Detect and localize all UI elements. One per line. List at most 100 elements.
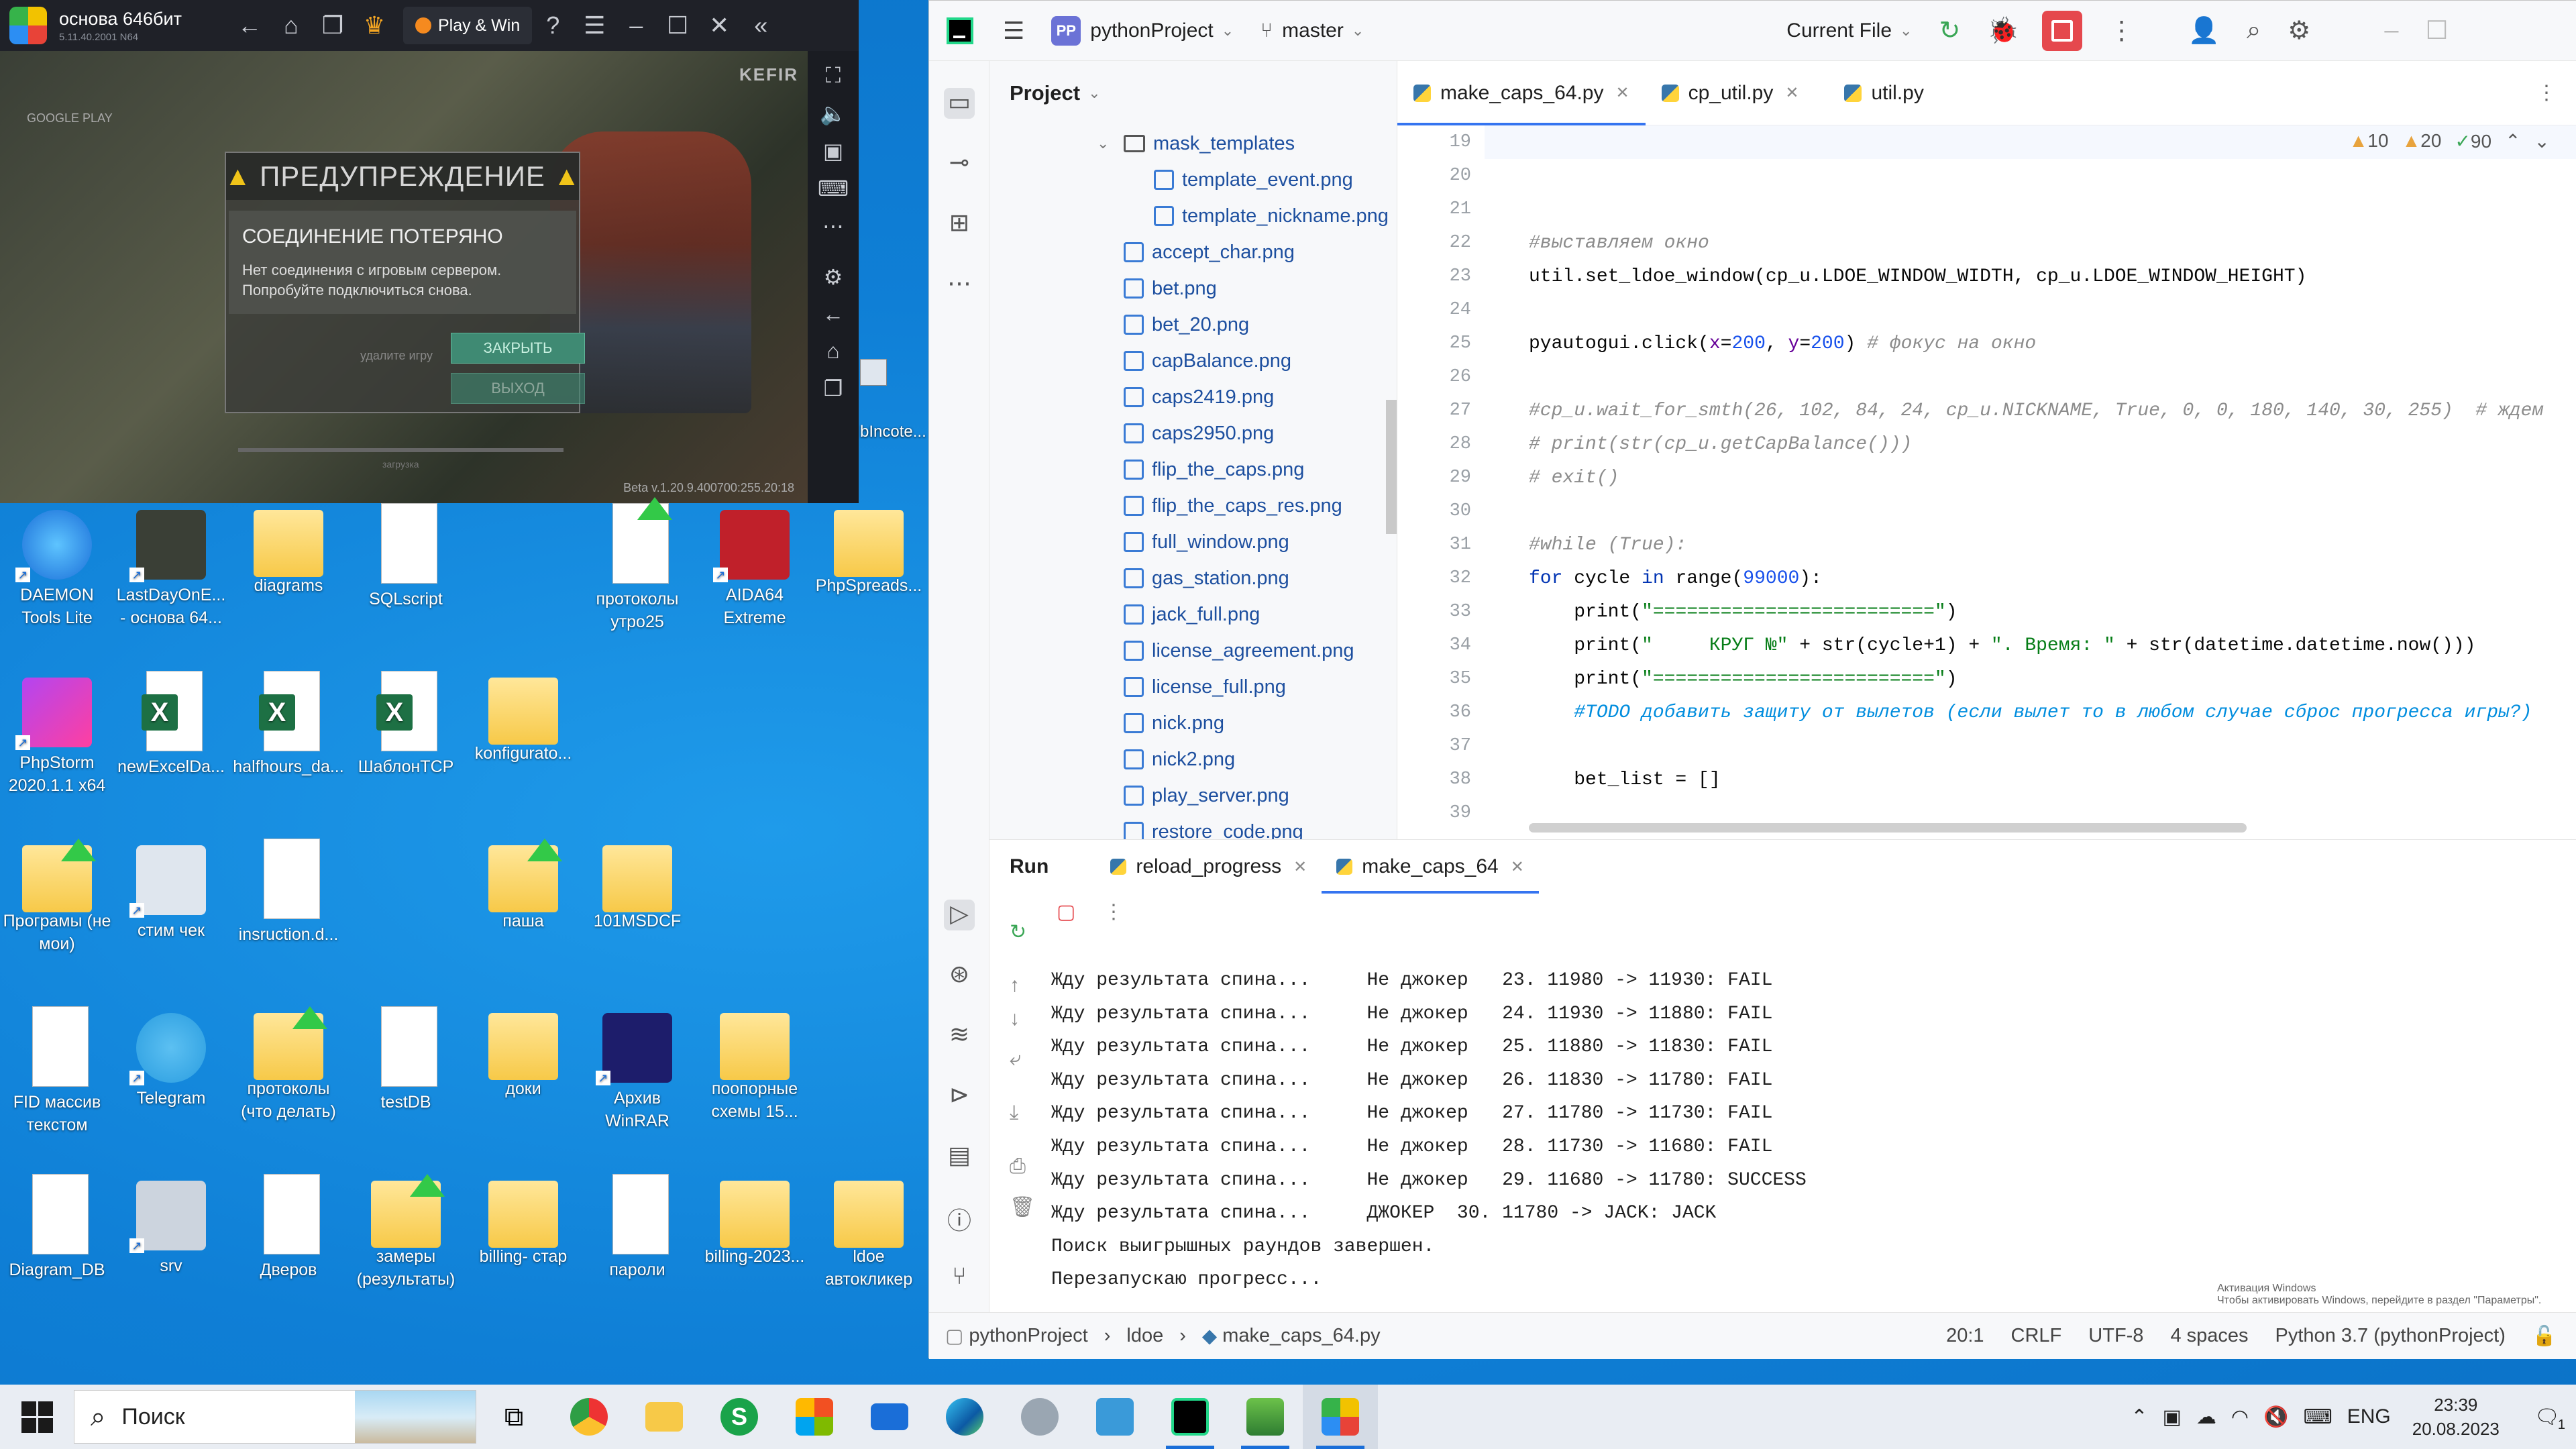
desktop-icon[interactable]: billing-2023... (698, 1174, 812, 1268)
volume-icon[interactable]: 🔈 (820, 101, 847, 126)
tree-item-file[interactable]: flip_the_caps.png (989, 451, 1397, 488)
desktop-icon[interactable]: паша (466, 839, 580, 932)
tree-item-folder[interactable]: ⌄ mask_templates (989, 125, 1397, 162)
desktop-icon[interactable]: PhpStorm 2020.1.1 x64 (0, 671, 114, 797)
keyboard-icon[interactable]: ⌨ (818, 176, 849, 201)
minimize-icon[interactable]: – (615, 11, 657, 40)
keyboard-icon[interactable]: ⌨ (2303, 1405, 2332, 1429)
maximize-icon[interactable]: ☐ (657, 11, 698, 40)
tree-item-file[interactable]: template_event.png (989, 162, 1397, 198)
project-panel-header[interactable]: Project ⌄ (989, 61, 1397, 125)
soft-wrap-icon[interactable]: ⤶ (1010, 1048, 1021, 1071)
taskbar-mail[interactable] (852, 1385, 927, 1449)
chevron-down-icon[interactable]: ⌄ (1222, 22, 1234, 40)
rerun-icon[interactable]: ↻ (1010, 920, 1026, 944)
tree-item-file[interactable]: flip_the_caps_res.png (989, 488, 1397, 524)
editor-tab[interactable]: make_caps_64.py ✕ (1397, 61, 1646, 125)
tree-item-file[interactable]: nick2.png (989, 741, 1397, 777)
desktop-icon[interactable]: Архив WinRAR (580, 1006, 694, 1132)
trash-icon[interactable]: 🗑 (1010, 1195, 1035, 1219)
media-icon[interactable]: ▣ (823, 138, 843, 164)
start-button[interactable] (0, 1385, 74, 1449)
close-tab-icon[interactable]: ✕ (1616, 83, 1629, 103)
more-actions-icon[interactable]: ⋮ (2109, 15, 2135, 46)
chevron-down-icon[interactable]: ⌄ (1900, 22, 1912, 40)
desktop-icon[interactable]: пароли (580, 1174, 694, 1281)
desktop-icon[interactable]: DAEMON Tools Lite (0, 503, 114, 629)
desktop-icon[interactable]: доки (466, 1006, 580, 1100)
file-encoding[interactable]: UTF-8 (2088, 1325, 2143, 1347)
desktop-icon[interactable]: протоколы утро25 (580, 497, 694, 633)
more-actions-icon[interactable]: ⋮ (1104, 900, 1124, 924)
multi-window-icon[interactable]: ❐ (312, 11, 354, 40)
game-screen[interactable]: GOOGLE PLAY KEFIR ▲ ПРЕДУПРЕЖДЕНИЕ ▲ СОЕ… (0, 51, 808, 503)
desktop-icon[interactable]: AIDA64 Extreme (698, 503, 812, 629)
taskbar-app-photos[interactable] (1077, 1385, 1152, 1449)
desktop-icon[interactable]: LastDayOnE... - основа 64... (114, 503, 228, 629)
close-tab-icon[interactable]: ✕ (1511, 857, 1524, 877)
more-tools-icon[interactable]: ⋯ (944, 269, 975, 300)
breadcrumb-folder[interactable]: ldoe (1126, 1325, 1163, 1347)
horizontal-scrollbar[interactable] (1529, 823, 2247, 833)
scroll-up-icon[interactable]: ↑ (1010, 974, 1020, 997)
main-menu-icon[interactable]: ☰ (1003, 17, 1024, 45)
taskbar-app-s[interactable]: S (702, 1385, 777, 1449)
tree-item-file[interactable]: gas_station.png (989, 560, 1397, 596)
project-selector[interactable]: pythonProject (1090, 19, 1213, 42)
chevron-down-icon[interactable]: ⌄ (1088, 85, 1100, 102)
desktop-icon[interactable]: PhpSpreads... (812, 503, 926, 597)
tree-scrollbar[interactable] (1386, 400, 1397, 534)
cloud-icon[interactable]: ☁ (2196, 1405, 2216, 1429)
scroll-to-end-icon[interactable]: ⤓ (1010, 1102, 1018, 1124)
desktop-icon[interactable]: стим чек (114, 839, 228, 942)
search-icon[interactable]: ⌕ (2247, 16, 2261, 45)
run-config-selector[interactable]: Current File (1786, 19, 1892, 42)
stop-button[interactable] (2041, 10, 2082, 51)
volume-icon[interactable]: 🔇 (2263, 1405, 2288, 1429)
tree-item-file[interactable]: play_server.png (989, 777, 1397, 814)
run-tab[interactable]: reload_progress ✕ (1095, 840, 1322, 894)
close-icon[interactable]: ✕ (698, 11, 740, 40)
desktop-icon[interactable]: протоколы (что делать) (231, 1006, 345, 1123)
code-area[interactable]: #выставляем окно util.set_ldoe_window(cp_… (1529, 125, 2555, 839)
add-user-icon[interactable]: 👤 (2188, 16, 2220, 46)
desktop-icon[interactable]: diagrams (231, 503, 345, 597)
desktop-icon[interactable]: halfhours_da... (231, 671, 345, 778)
taskbar-app-green[interactable] (1228, 1385, 1303, 1449)
taskbar-chrome[interactable] (551, 1385, 627, 1449)
crown-icon[interactable]: ♛ (354, 11, 395, 40)
run-tab[interactable]: make_caps_64 ✕ (1322, 840, 1539, 894)
chevron-down-icon[interactable]: ⌄ (1352, 22, 1364, 40)
commit-icon[interactable]: ⊸ (944, 148, 975, 179)
print-icon[interactable]: ⎙ (1010, 1155, 1026, 1178)
desktop-icon[interactable]: Diagram_DB (0, 1174, 114, 1281)
minimize-icon[interactable]: – (2384, 16, 2398, 45)
branch-selector[interactable]: master (1282, 19, 1344, 42)
chevron-down-icon[interactable]: ⌄ (1097, 135, 1109, 152)
desktop-icon[interactable]: Telegram (114, 1006, 228, 1110)
settings-gear-icon[interactable]: ⚙ (824, 264, 843, 290)
desktop-icon[interactable]: ldoe автокликер (812, 1174, 926, 1291)
taskbar-store[interactable] (777, 1385, 852, 1449)
tree-item-file[interactable]: accept_char.png (989, 234, 1397, 270)
back-arrow-icon[interactable]: ← (229, 11, 270, 40)
tree-item-file[interactable]: bet_20.png (989, 307, 1397, 343)
menu-icon[interactable]: ☰ (574, 11, 615, 40)
desktop-icon[interactable]: FID массив текстом (0, 1006, 114, 1136)
devices-icon[interactable]: ▣ (2163, 1405, 2182, 1429)
wifi-icon[interactable]: ◠ (2231, 1405, 2249, 1429)
indent-setting[interactable]: 4 spaces (2170, 1325, 2248, 1347)
taskbar-search[interactable]: ⌕ Поиск (74, 1390, 476, 1444)
back-icon[interactable]: ← (822, 302, 844, 327)
tree-item-file[interactable]: bet.png (989, 270, 1397, 307)
exit-button[interactable]: ВЫХОД (451, 373, 585, 404)
tree-item-file[interactable]: full_window.png (989, 524, 1397, 560)
collapse-sidebar-icon[interactable]: « (740, 11, 782, 40)
maximize-icon[interactable]: ☐ (2425, 15, 2448, 46)
tree-item-file[interactable]: nick.png (989, 705, 1397, 741)
close-tab-icon[interactable]: ✕ (1293, 857, 1307, 877)
desktop-icon[interactable]: billing- стар (466, 1174, 580, 1268)
structure-icon[interactable]: ⊞ (944, 209, 975, 239)
clock[interactable]: 23:39 20.08.2023 (2412, 1393, 2500, 1441)
fullscreen-icon[interactable]: ⛶ (826, 63, 841, 89)
